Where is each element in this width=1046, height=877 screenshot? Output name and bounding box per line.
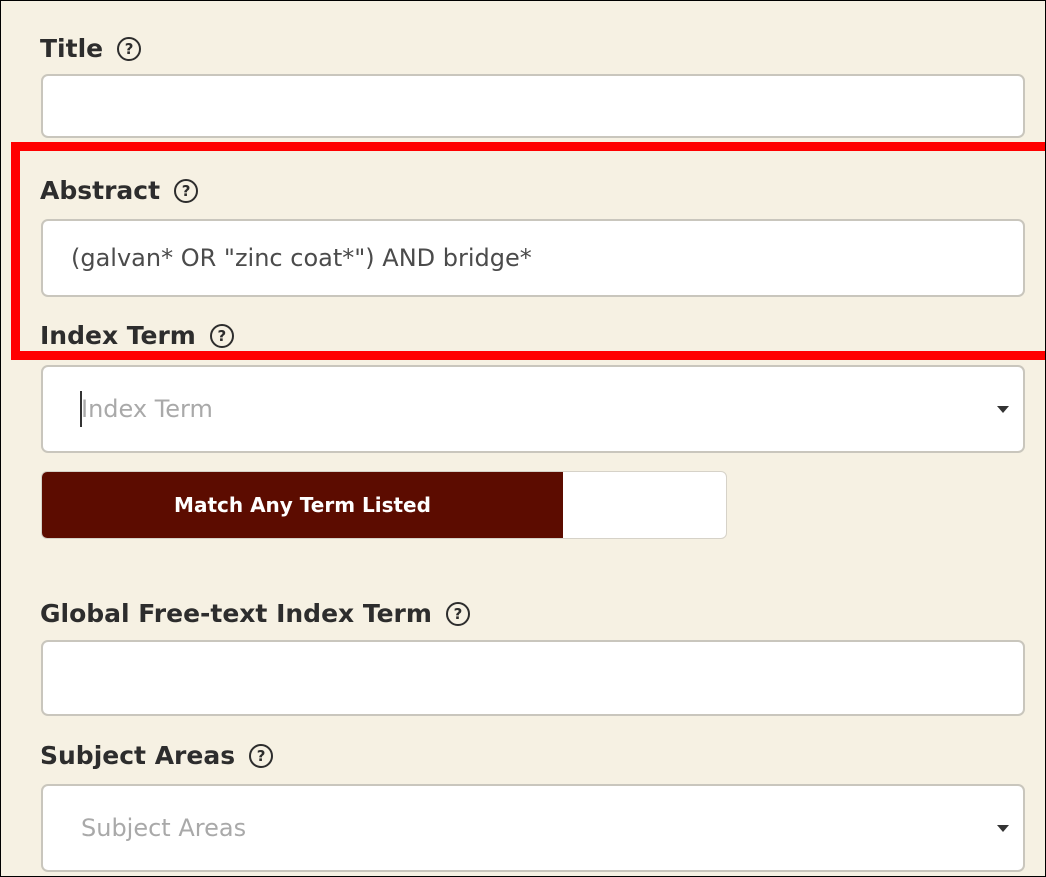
global-free-text-label: Global Free-text Index Term ? [40,599,470,628]
subject-areas-placeholder: Subject Areas [81,814,247,842]
match-any-term-toggle[interactable]: Match Any Term Listed [41,471,727,539]
abstract-input-value: (galvan* OR "zinc coat*") AND bridge* [71,244,532,272]
help-icon[interactable]: ? [249,743,274,768]
global-free-text-label-text: Global Free-text Index Term [40,599,432,628]
index-term-select[interactable]: Index Term [41,365,1025,453]
abstract-label: Abstract ? [40,176,199,205]
subject-areas-select[interactable]: Subject Areas [41,784,1025,872]
abstract-input[interactable]: (galvan* OR "zinc coat*") AND bridge* [41,219,1025,297]
help-icon[interactable]: ? [174,178,199,203]
subject-areas-label: Subject Areas ? [40,741,274,770]
title-label-text: Title [40,34,104,63]
index-term-label-text: Index Term [40,321,196,350]
chevron-down-icon[interactable] [997,825,1009,832]
abstract-label-text: Abstract [40,176,161,205]
index-term-placeholder: Index Term [81,395,213,423]
title-input[interactable] [41,74,1025,138]
match-any-term-option[interactable]: Match Any Term Listed [42,472,563,538]
title-label: Title ? [40,34,142,63]
text-cursor [80,391,82,427]
index-term-label: Index Term ? [40,321,234,350]
subject-areas-label-text: Subject Areas [40,741,236,770]
global-free-text-input[interactable] [41,640,1025,716]
help-icon[interactable]: ? [117,36,142,61]
chevron-down-icon[interactable] [997,406,1009,413]
search-form-panel: Title ? Abstract ? (galvan* OR "zinc coa… [0,0,1046,877]
help-icon[interactable]: ? [209,323,234,348]
help-icon[interactable]: ? [445,601,470,626]
